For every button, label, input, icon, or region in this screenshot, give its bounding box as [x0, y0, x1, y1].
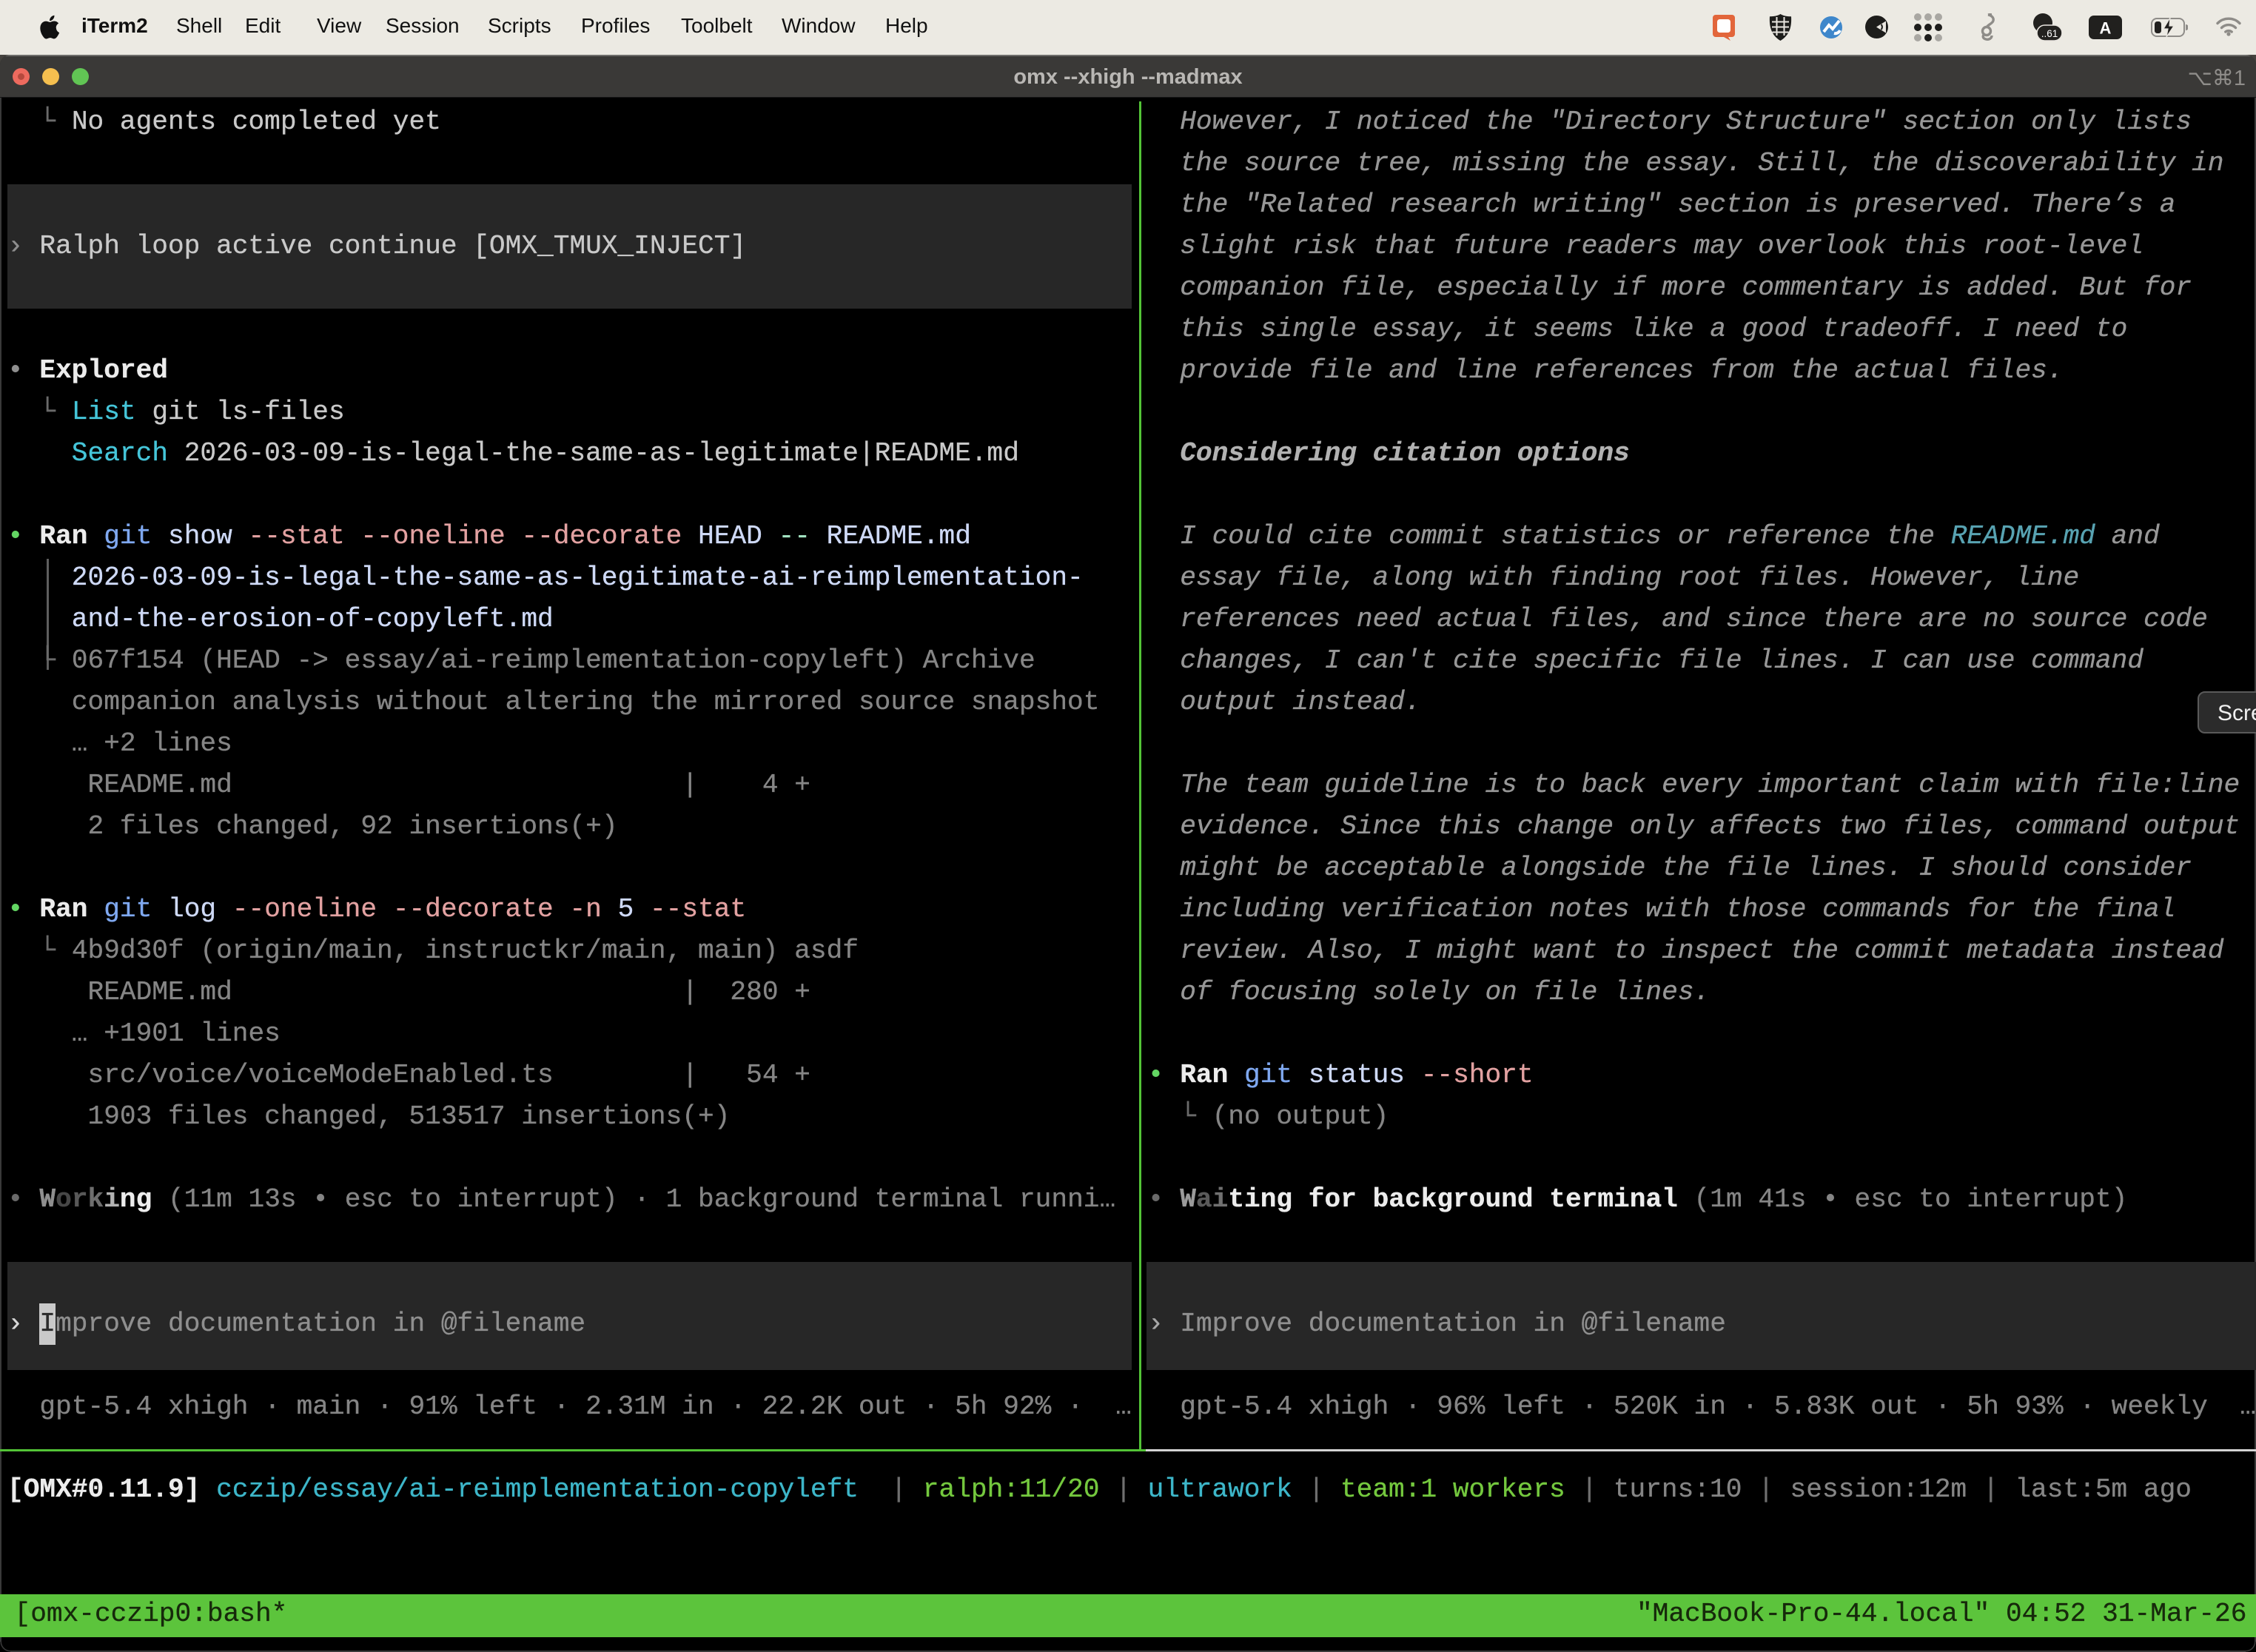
svg-text:A: A: [2100, 19, 2112, 38]
svg-text:..61: ..61: [2041, 28, 2058, 39]
